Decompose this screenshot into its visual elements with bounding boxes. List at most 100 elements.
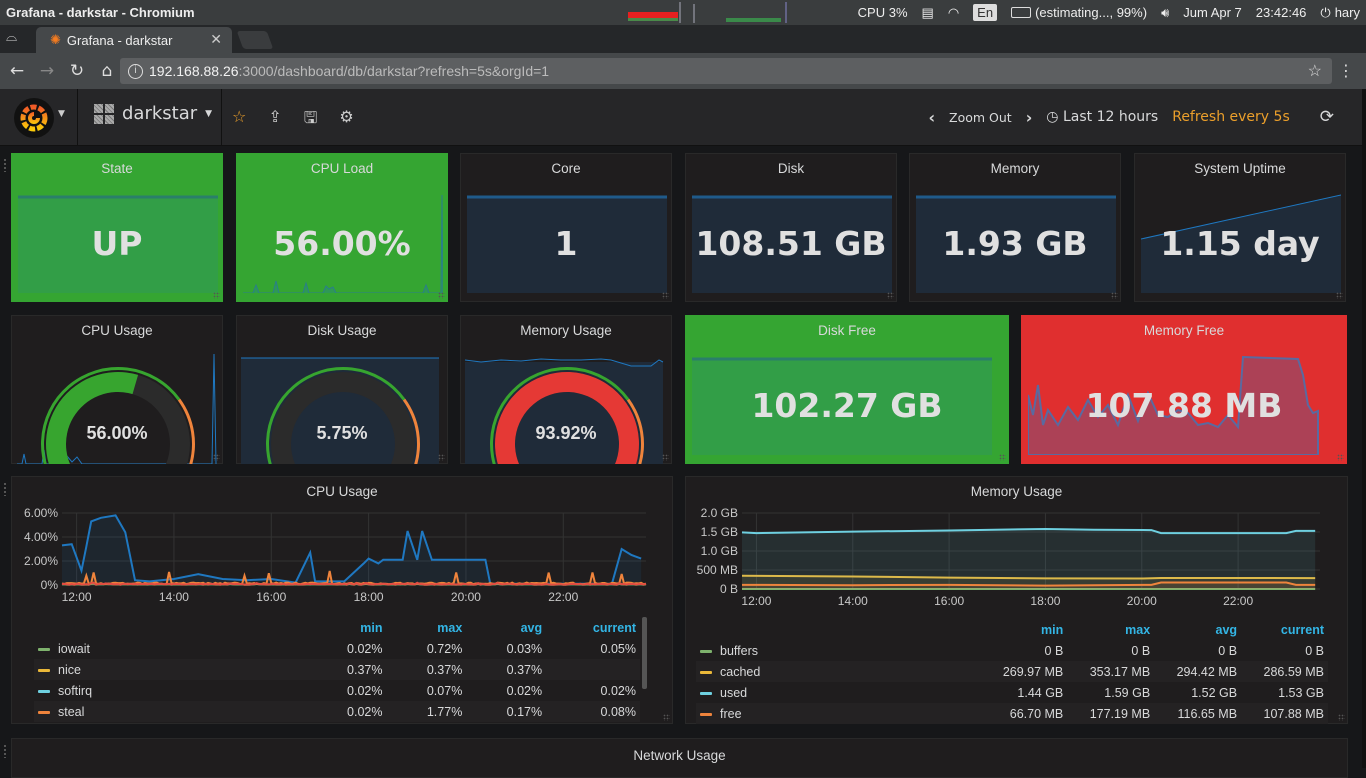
- back-icon[interactable]: ←: [4, 61, 30, 81]
- legend-col-avg[interactable]: avg: [466, 617, 546, 638]
- reload-icon[interactable]: ↻: [64, 61, 90, 81]
- clock[interactable]: 23:42:46: [1256, 5, 1307, 20]
- panel-resize-handle[interactable]: [213, 454, 220, 461]
- legend-col-current[interactable]: current: [546, 617, 640, 638]
- panel-resize-handle[interactable]: [999, 454, 1006, 461]
- legend-col-min[interactable]: min: [980, 619, 1067, 640]
- series-color-swatch[interactable]: [700, 650, 712, 653]
- panel-resize-handle[interactable]: [1336, 292, 1343, 299]
- legend-col-min[interactable]: min: [307, 617, 387, 638]
- series-color-swatch[interactable]: [38, 690, 50, 693]
- panel-resize-handle[interactable]: [663, 714, 670, 721]
- legend-row[interactable]: softirq 0.02% 0.07% 0.02% 0.02%: [34, 680, 640, 701]
- legend-row[interactable]: free 66.70 MB 177.19 MB 116.65 MB 107.88 MB: [696, 703, 1328, 724]
- legend-avg: 116.65 MB: [1154, 703, 1242, 724]
- legend-col-max[interactable]: max: [387, 617, 467, 638]
- panel-resize-handle[interactable]: [438, 454, 445, 461]
- time-range: Last 12 hours: [1062, 109, 1159, 125]
- legend-row[interactable]: used 1.44 GB 1.59 GB 1.52 GB 1.53 GB: [696, 682, 1328, 703]
- series-name[interactable]: softirq: [58, 684, 92, 698]
- series-color-swatch[interactable]: [38, 669, 50, 672]
- legend-row[interactable]: cached 269.97 MB 353.17 MB 294.42 MB 286.59 …: [696, 661, 1328, 682]
- memory-usage-chart[interactable]: 0 B 500 MB 1.0 GB 1.5 GB 2.0 GB 12:00 14:00 16:…: [686, 505, 1346, 609]
- battery-icon[interactable]: [1011, 7, 1032, 18]
- row-drag-handle[interactable]: [3, 482, 7, 496]
- legend-row[interactable]: steal 0.02% 1.77% 0.17% 0.08%: [34, 701, 640, 722]
- legend-min: 0.02%: [347, 683, 383, 698]
- series-name[interactable]: steal: [58, 705, 84, 719]
- legend-min: 269.97 MB: [980, 661, 1068, 682]
- logo-caret-icon[interactable]: ▼: [58, 109, 65, 119]
- info-icon[interactable]: i: [128, 63, 143, 79]
- series-name[interactable]: nice: [58, 663, 81, 677]
- legend-col-max[interactable]: max: [1067, 619, 1154, 640]
- row-drag-handle[interactable]: [3, 158, 7, 172]
- panel-resize-handle[interactable]: [662, 454, 669, 461]
- panel-resize-handle[interactable]: [887, 292, 894, 299]
- legend-header: min max avg current: [34, 617, 640, 638]
- panel-resize-handle[interactable]: [1111, 292, 1118, 299]
- wifi-icon[interactable]: ◠: [948, 5, 959, 21]
- panel-resize-handle[interactable]: [438, 292, 445, 299]
- y-tick-label: 1.0 GB: [701, 544, 738, 558]
- panel-resize-handle[interactable]: [662, 292, 669, 299]
- grafana-logo-icon[interactable]: [14, 98, 54, 138]
- legend-max: 177.19 MB: [1067, 703, 1155, 724]
- legend-row[interactable]: iowait 0.02% 0.72% 0.03% 0.05%: [34, 638, 640, 659]
- share-icon[interactable]: ⇪: [268, 107, 281, 134]
- series-name[interactable]: used: [720, 686, 747, 700]
- bookmark-star-icon[interactable]: ☆: [1308, 61, 1322, 81]
- y-tick-label: 2.00%: [24, 554, 58, 568]
- volume-icon[interactable]: 🔊︎: [1161, 5, 1169, 21]
- refresh-icon[interactable]: ⟳: [1320, 107, 1334, 127]
- series-line-main[interactable]: [61, 514, 642, 585]
- close-tab-icon[interactable]: ✕: [210, 31, 222, 48]
- series-color-swatch[interactable]: [700, 692, 712, 695]
- home-icon[interactable]: ⌂: [94, 61, 120, 81]
- star-icon[interactable]: ☆: [232, 107, 246, 134]
- legend-max: 0.72%: [426, 641, 463, 656]
- series-name[interactable]: cached: [720, 665, 760, 679]
- gear-icon[interactable]: ⚙: [339, 107, 353, 134]
- username[interactable]: hary: [1335, 5, 1360, 20]
- series-name[interactable]: free: [720, 707, 742, 721]
- zoom-out-button[interactable]: Zoom Out: [949, 110, 1012, 125]
- dashboard-picker[interactable]: darkstar ▼: [94, 103, 212, 124]
- time-picker[interactable]: ◷ Last 12 hours: [1046, 109, 1158, 125]
- legend-col-current[interactable]: current: [1241, 619, 1328, 640]
- panel-resize-handle[interactable]: [213, 292, 220, 299]
- series-color-swatch[interactable]: [38, 648, 50, 651]
- page-scrollbar[interactable]: [1362, 89, 1366, 768]
- singlestat-panel-memory: Memory 1.93 GB: [909, 153, 1121, 302]
- series-name[interactable]: iowait: [58, 642, 90, 656]
- time-forward-icon[interactable]: ›: [1026, 108, 1033, 127]
- power-icon[interactable]: ⏻: [1320, 5, 1330, 21]
- legend-max: 0 B: [1131, 643, 1151, 658]
- panel-resize-handle[interactable]: [1337, 454, 1344, 461]
- legend-col-avg[interactable]: avg: [1154, 619, 1241, 640]
- series-color-swatch[interactable]: [700, 671, 712, 674]
- series-color-swatch[interactable]: [38, 711, 50, 714]
- legend-scrollbar[interactable]: [642, 617, 647, 689]
- time-back-icon[interactable]: ‹: [928, 108, 935, 127]
- grafana-navbar: ▼ darkstar ▼ ☆ ⇪ 🖫︎ ⚙ ‹ Zoom Out › ◷ Las…: [0, 89, 1366, 146]
- legend-min: 0.02%: [347, 641, 383, 656]
- new-tab-button[interactable]: [236, 31, 274, 49]
- keyboard-layout[interactable]: En: [973, 4, 998, 21]
- address-bar[interactable]: i 192.168.88.26:3000/dashboard/db/darkst…: [120, 58, 1332, 84]
- clipboard-icon[interactable]: ▤: [922, 5, 934, 21]
- row-drag-handle[interactable]: [3, 744, 7, 758]
- series-name[interactable]: buffers: [720, 644, 758, 658]
- panel-resize-handle[interactable]: [1338, 714, 1345, 721]
- legend-row[interactable]: nice 0.37% 0.37% 0.37%: [34, 659, 640, 680]
- forward-icon[interactable]: →: [34, 61, 60, 81]
- save-icon[interactable]: 🖫︎: [304, 107, 318, 134]
- browser-menu-icon[interactable]: ⋮: [1338, 61, 1354, 80]
- browser-tab[interactable]: ✺ Grafana - darkstar ✕: [36, 27, 232, 53]
- refresh-interval[interactable]: Refresh every 5s: [1172, 109, 1290, 125]
- os-top-bar: Grafana - darkstar - Chromium CPU 3% ▤ ◠…: [0, 0, 1366, 25]
- date[interactable]: Jum Apr 7: [1183, 5, 1242, 20]
- series-color-swatch[interactable]: [700, 713, 712, 716]
- cpu-usage-chart[interactable]: 0% 2.00% 4.00% 6.00% 12:00 14:00 16:00 18:00 20:…: [12, 505, 672, 605]
- legend-row[interactable]: buffers 0 B 0 B 0 B 0 B: [696, 640, 1328, 661]
